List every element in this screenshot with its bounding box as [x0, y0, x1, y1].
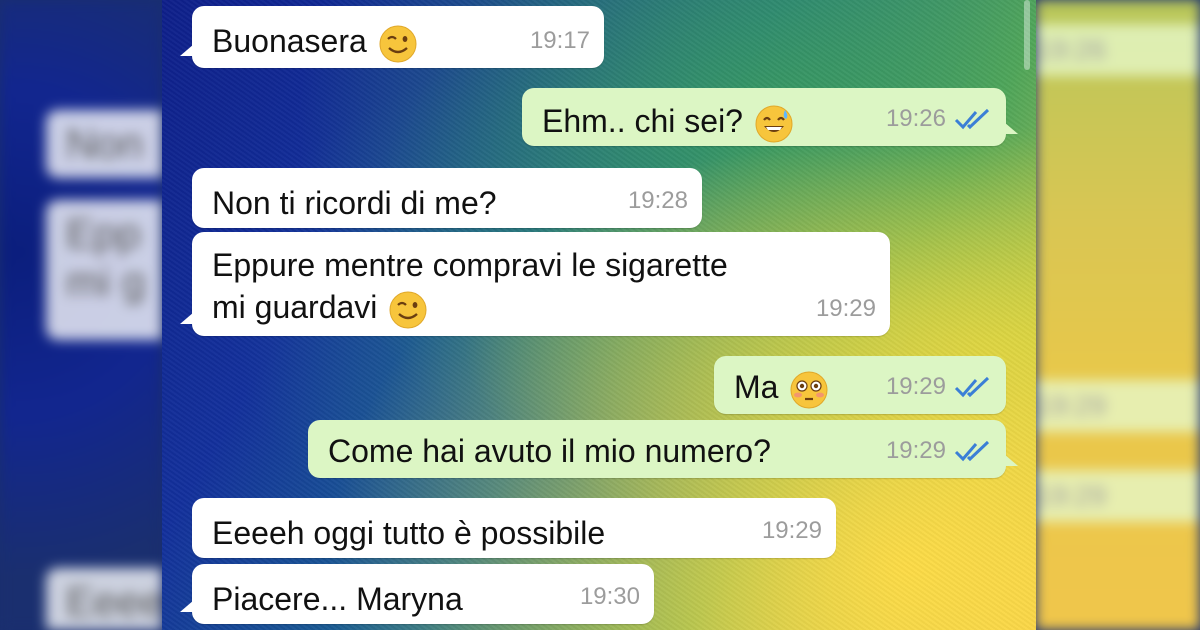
- bubble-tail: [1004, 122, 1018, 134]
- message-text: Buonasera: [212, 23, 367, 59]
- message-meta: 19:29: [886, 366, 992, 408]
- message-bubble-incoming[interactable]: Piacere... Maryna 19:30: [180, 564, 654, 624]
- message-meta: 19:28: [628, 180, 688, 222]
- message-text: Come hai avuto il mio numero?: [328, 433, 771, 469]
- bubble-tail: [1004, 454, 1018, 466]
- ghost-bubble: 19:26: [1036, 24, 1200, 76]
- ghost-time: 19:29: [1036, 390, 1107, 421]
- ghost-bubble: Epp mi g: [46, 200, 162, 340]
- double-check-read-icon: [954, 376, 990, 398]
- message-time: 19:29: [885, 373, 946, 400]
- ghost-bubble: Non: [46, 110, 162, 178]
- wink-emoji-icon: [379, 25, 417, 63]
- wink-emoji-icon: [389, 291, 427, 329]
- message-time: 19:29: [815, 295, 876, 322]
- message-text: Eppure mentre compravi le sigarette mi g…: [212, 247, 728, 325]
- message-time: 19:29: [761, 517, 822, 544]
- bubble-tail: [180, 600, 194, 612]
- message-time: 19:30: [579, 583, 640, 610]
- ghost-text: mi g: [66, 258, 146, 305]
- message-bubble-incoming[interactable]: Non ti ricordi di me? 19:28: [192, 168, 702, 228]
- scrollbar[interactable]: [1024, 0, 1030, 70]
- ghost-bubble: Eeee: [46, 568, 162, 630]
- ghost-text: Epp: [66, 210, 141, 257]
- message-time: 19:28: [627, 187, 688, 214]
- blurred-left-panel: Non Epp mi g Eeee: [0, 0, 162, 630]
- message-bubble-incoming[interactable]: Buonasera 19:17: [180, 6, 604, 68]
- message-meta: 19:26: [886, 98, 992, 140]
- chat-conversation[interactable]: Buonasera 19:17 Ehm.. chi sei? 19:26 Non…: [162, 0, 1036, 630]
- double-check-read-icon: [954, 440, 990, 462]
- message-text: Ehm.. chi sei?: [542, 103, 743, 139]
- message-text: Ma: [734, 369, 779, 405]
- message-text: Piacere... Maryna: [212, 581, 463, 617]
- ghost-text: Eeee: [66, 578, 162, 625]
- message-text: Eeeeh oggi tutto è possibile: [212, 515, 606, 551]
- double-check-read-icon: [954, 108, 990, 130]
- ghost-text: Non: [66, 120, 144, 167]
- message-meta: 19:29: [816, 288, 876, 330]
- message-text: Non ti ricordi di me?: [212, 185, 497, 221]
- ghost-bubble: 19:29: [1036, 380, 1200, 432]
- message-bubble-incoming[interactable]: Eppure mentre compravi le sigarette mi g…: [180, 232, 890, 336]
- flushed-emoji-icon: [790, 371, 828, 409]
- message-bubble-incoming[interactable]: Eeeeh oggi tutto è possibile 19:29: [192, 498, 836, 558]
- message-meta: 19:30: [580, 576, 640, 618]
- blurred-right-panel: 19:26 19:29 19:29: [1036, 0, 1200, 630]
- ghost-time: 19:29: [1036, 480, 1107, 511]
- message-bubble-outgoing[interactable]: Ma 19:29: [714, 356, 1006, 414]
- message-bubble-outgoing[interactable]: Ehm.. chi sei? 19:26: [522, 88, 1018, 146]
- sweat-smile-emoji-icon: [755, 105, 793, 143]
- message-bubble-outgoing[interactable]: Come hai avuto il mio numero? 19:29: [308, 420, 1018, 478]
- message-meta: 19:29: [886, 430, 992, 472]
- message-meta: 19:17: [530, 20, 590, 62]
- message-time: 19:17: [529, 27, 590, 54]
- screenshot-frame: Non Epp mi g Eeee 19:26 19:29 19:29 Buon…: [0, 0, 1200, 630]
- ghost-bubble: 19:29: [1036, 470, 1200, 522]
- message-time: 19:26: [885, 105, 946, 132]
- message-time: 19:29: [885, 437, 946, 464]
- message-meta: 19:29: [762, 510, 822, 552]
- bubble-tail: [180, 312, 194, 324]
- ghost-time: 19:26: [1036, 34, 1107, 65]
- bubble-tail: [180, 44, 194, 56]
